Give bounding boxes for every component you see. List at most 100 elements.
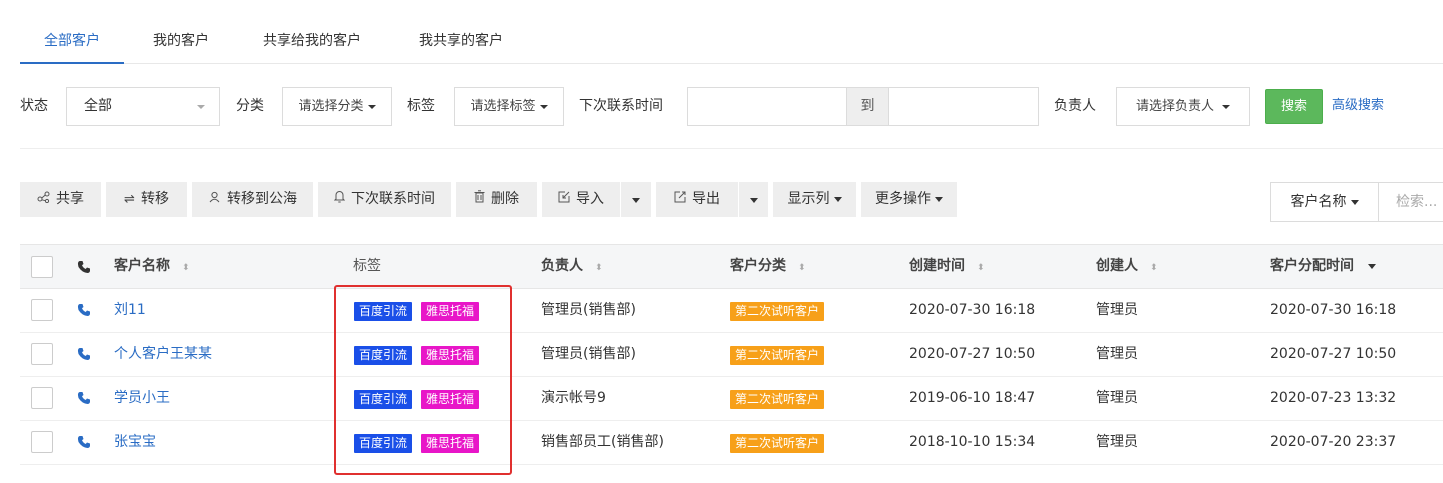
owner-cell: 管理员(销售部) — [541, 302, 636, 318]
caret-down-icon — [632, 198, 640, 203]
creator-cell: 管理员 — [1096, 302, 1138, 318]
chevron-down-icon — [197, 105, 205, 109]
search-button[interactable]: 搜索 — [1265, 89, 1323, 124]
export-button[interactable]: 导出 — [656, 182, 738, 217]
creator-cell: 管理员 — [1096, 390, 1138, 406]
category-badge: 第二次试听客户 — [730, 390, 825, 409]
next-contact-daterange: 到 — [687, 87, 1039, 126]
tab-shared-with-me[interactable]: 共享给我的客户 — [263, 0, 361, 63]
people-icon — [208, 182, 221, 217]
owner-select[interactable]: 请选择负责人 — [1116, 87, 1250, 126]
transfer-public-button[interactable]: 转移到公海 — [192, 182, 313, 217]
caret-down-icon — [1222, 104, 1230, 109]
share-button[interactable]: 共享 — [20, 182, 101, 217]
phone-icon — [77, 260, 91, 274]
creator-cell: 管理员 — [1096, 434, 1138, 450]
row-checkbox[interactable] — [31, 431, 53, 453]
sort-icon: ⬍ — [977, 263, 985, 273]
export-dropdown-toggle[interactable] — [739, 182, 768, 217]
assigned-at-cell: 2020-07-30 16:18 — [1270, 302, 1397, 318]
tab-all-customers[interactable]: 全部客户 — [20, 0, 124, 64]
bell-icon — [333, 182, 346, 217]
export-icon — [674, 182, 686, 217]
transfer-button[interactable]: ⇌ 转移 — [106, 182, 187, 217]
tab-my-shared[interactable]: 我共享的客户 — [419, 0, 503, 63]
col-header-assigned-at[interactable]: 客户分配时间 — [1270, 245, 1376, 288]
sort-desc-icon — [1368, 263, 1376, 269]
customer-name-link[interactable]: 张宝宝 — [114, 421, 156, 464]
delete-button[interactable]: 删除 — [456, 182, 537, 217]
keyword-search-input[interactable]: 检索... — [1378, 182, 1443, 222]
transfer-arrows-icon: ⇌ — [124, 192, 135, 207]
customer-name-link[interactable]: 学员小王 — [114, 377, 170, 420]
tag-label: 标签 — [407, 98, 435, 114]
table-row[interactable]: 个人客户王某某 百度引流 雅思托福 管理员(销售部) 第二次试听客户 2020-07-27… — [20, 333, 1443, 377]
phone-icon[interactable] — [77, 303, 91, 317]
import-button[interactable]: 导入 — [542, 182, 620, 217]
customer-name-link[interactable]: 刘11 — [114, 289, 146, 332]
tag-badge: 百度引流 — [354, 302, 413, 321]
advanced-search-link[interactable]: 高级搜索 — [1332, 96, 1384, 116]
col-header-creator[interactable]: 创建人 ⬍ — [1096, 245, 1158, 290]
owner-cell: 销售部员工(销售部) — [541, 434, 664, 450]
row-checkbox[interactable] — [31, 299, 53, 321]
select-all-checkbox[interactable] — [31, 256, 53, 278]
row-checkbox[interactable] — [31, 343, 53, 365]
phone-icon[interactable] — [77, 391, 91, 405]
row-checkbox[interactable] — [31, 387, 53, 409]
created-at-cell: 2019-06-10 18:47 — [909, 390, 1036, 406]
tag-badge: 百度引流 — [354, 434, 413, 453]
owner-placeholder: 请选择负责人 — [1135, 99, 1214, 114]
tab-my-customers[interactable]: 我的客户 — [153, 0, 209, 63]
col-header-owner-label: 负责人 — [541, 258, 583, 274]
customer-name-link[interactable]: 个人客户王某某 — [114, 333, 212, 376]
tag-select[interactable]: 请选择标签 — [454, 87, 564, 126]
table-row[interactable]: 刘11 百度引流 雅思托福 管理员(销售部) 第二次试听客户 2020-07-30 16:… — [20, 289, 1443, 333]
more-actions-button[interactable]: 更多操作 — [861, 182, 957, 217]
table-row[interactable]: 学员小王 百度引流 雅思托福 演示帐号9 第二次试听客户 2019-06-10 18:47… — [20, 377, 1443, 421]
owner-label: 负责人 — [1054, 98, 1096, 114]
trash-icon — [474, 182, 485, 217]
next-contact-button[interactable]: 下次联系时间 — [318, 182, 451, 217]
keyword-field-select[interactable]: 客户名称 — [1270, 182, 1379, 222]
col-header-creator-label: 创建人 — [1096, 258, 1138, 274]
col-header-created-at[interactable]: 创建时间 ⬍ — [909, 245, 985, 290]
date-end-input[interactable] — [890, 88, 1038, 125]
col-header-created-at-label: 创建时间 — [909, 258, 965, 274]
date-separator: 到 — [846, 88, 889, 125]
col-header-name[interactable]: 客户名称 ⬍ — [114, 245, 190, 290]
next-contact-label: 下次联系时间 — [579, 98, 663, 114]
created-at-cell: 2020-07-30 16:18 — [909, 302, 1036, 318]
col-header-category[interactable]: 客户分类 ⬍ — [730, 245, 806, 290]
tag-badge: 百度引流 — [354, 346, 413, 365]
sort-icon: ⬍ — [1150, 263, 1158, 273]
share-icon — [37, 182, 50, 217]
table-row[interactable]: 张宝宝 百度引流 雅思托福 销售部员工(销售部) 第二次试听客户 2018-10-10 1… — [20, 421, 1443, 465]
import-dropdown-toggle[interactable] — [621, 182, 651, 217]
tag-placeholder: 请选择标签 — [470, 99, 536, 114]
category-select[interactable]: 请选择分类 — [282, 87, 392, 126]
keyword-field-label: 客户名称 — [1290, 194, 1347, 210]
columns-button[interactable]: 显示列 — [773, 182, 856, 217]
category-badge: 第二次试听客户 — [730, 302, 825, 321]
tag-badge: 雅思托福 — [421, 302, 480, 321]
status-select[interactable]: 全部 — [66, 87, 220, 126]
caret-down-icon — [833, 196, 842, 202]
import-label: 导入 — [576, 191, 604, 207]
next-contact-btn-label: 下次联系时间 — [351, 191, 435, 207]
category-label: 分类 — [236, 98, 264, 114]
col-header-owner[interactable]: 负责人 ⬍ — [541, 245, 603, 290]
tag-badge: 雅思托福 — [421, 434, 480, 453]
customer-tabs: 全部客户 我的客户 共享给我的客户 我共享的客户 — [20, 0, 1443, 64]
assigned-at-cell: 2020-07-20 23:37 — [1270, 434, 1397, 450]
category-badge: 第二次试听客户 — [730, 434, 825, 453]
phone-icon[interactable] — [77, 347, 91, 361]
date-start-input[interactable] — [688, 88, 846, 125]
sort-icon: ⬍ — [182, 263, 190, 273]
creator-cell: 管理员 — [1096, 346, 1138, 362]
phone-icon[interactable] — [77, 435, 91, 449]
status-label: 状态 — [20, 98, 48, 114]
owner-cell: 管理员(销售部) — [541, 346, 636, 362]
more-actions-label: 更多操作 — [875, 191, 931, 207]
status-value: 全部 — [84, 98, 112, 114]
